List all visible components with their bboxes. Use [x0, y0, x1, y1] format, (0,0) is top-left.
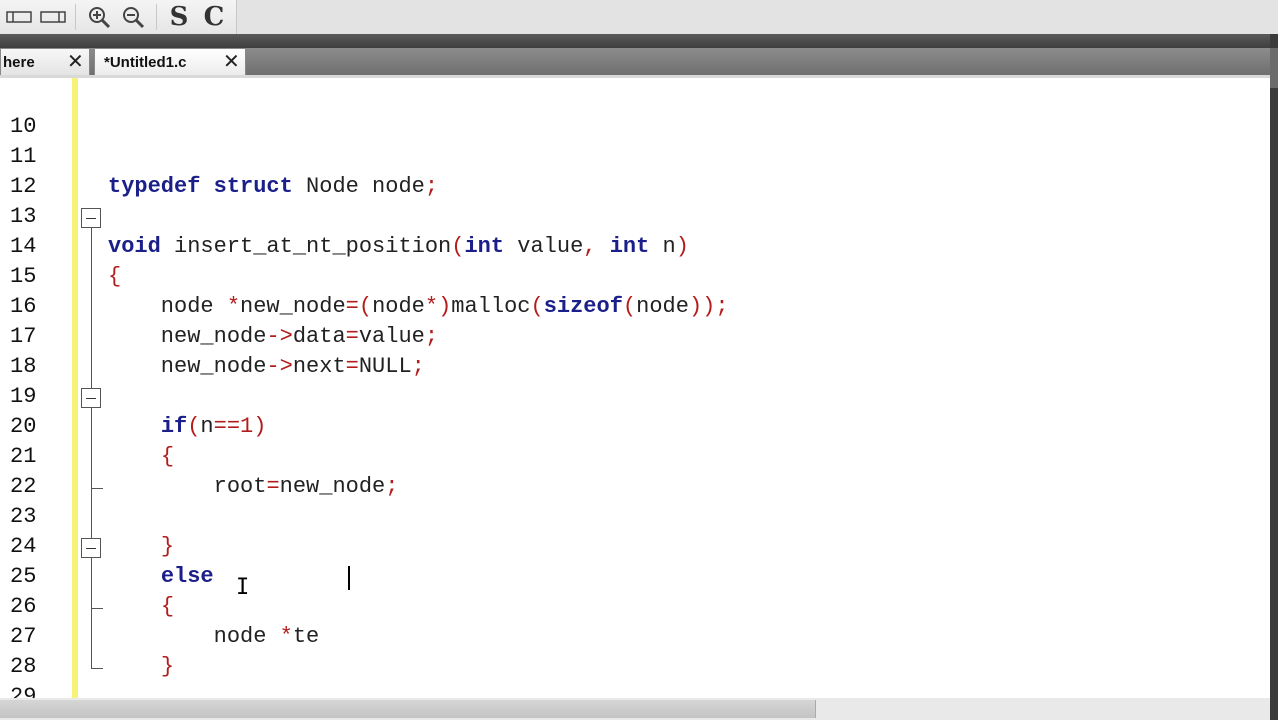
tab-label: *Untitled1.c — [104, 53, 187, 71]
code-line[interactable]: 30 — [0, 682, 1270, 698]
tab-untitled1[interactable]: *Untitled1.c ✕ — [94, 48, 246, 75]
code-line[interactable]: 23 } — [0, 472, 1270, 559]
code-line[interactable]: 10 — [0, 82, 1270, 139]
code-line[interactable]: 29 } — [0, 652, 1270, 698]
vertical-scroll-thumb[interactable] — [1270, 48, 1278, 88]
close-icon[interactable]: ✕ — [223, 49, 240, 75]
code-line[interactable]: 27 } — [0, 592, 1270, 679]
fold-end-marker — [91, 668, 103, 669]
tab-strip: here ✕ *Untitled1.c ✕ — [0, 48, 1278, 76]
close-icon[interactable]: ✕ — [67, 49, 84, 75]
fold-toggle-icon[interactable] — [81, 538, 101, 558]
code-line[interactable]: 13 void insert_at_nt_position(int value,… — [0, 172, 1270, 259]
fold-guide — [91, 228, 92, 398]
fold-guide — [91, 558, 92, 668]
code-line[interactable]: 11 typedef struct Node node; — [0, 112, 1270, 199]
fold-toggle-icon[interactable] — [81, 388, 101, 408]
code-line[interactable]: 16 new_node->data=value; — [0, 262, 1270, 349]
fold-guide — [91, 408, 92, 538]
window-tile-icon[interactable] — [4, 3, 34, 31]
code-line[interactable]: 20 { — [0, 382, 1270, 469]
code-line[interactable]: 15 node *new_node=(node*)malloc(sizeof(n… — [0, 232, 1270, 319]
code-line[interactable]: 21 root=new_node; — [0, 412, 1270, 499]
window-cascade-icon[interactable] — [38, 3, 68, 31]
c-icon[interactable]: C — [200, 2, 228, 32]
code-line[interactable]: 22 — [0, 442, 1270, 499]
code-line[interactable]: 17 new_node->next=NULL; — [0, 292, 1270, 379]
code-editor[interactable]: 10 11 typedef struct Node node; 12 13 vo… — [0, 78, 1270, 698]
code-line[interactable]: 19 if(n==1) — [0, 352, 1270, 439]
s-icon[interactable]: S — [166, 2, 192, 32]
code-line[interactable]: 18 — [0, 322, 1270, 379]
fold-toggle-icon[interactable] — [81, 208, 101, 228]
text-caret — [348, 566, 350, 590]
fold-end-marker — [91, 488, 103, 489]
fold-end-marker — [91, 608, 103, 609]
zoom-out-icon[interactable] — [118, 3, 148, 31]
code-line[interactable]: 26 node *te — [0, 562, 1270, 649]
toolbar-divider — [0, 34, 1278, 48]
tab-label: here — [3, 53, 35, 71]
toolbar: S C — [0, 0, 1278, 34]
horizontal-scrollbar[interactable] — [0, 698, 1270, 720]
horizontal-scroll-thumb[interactable] — [0, 700, 816, 718]
code-line[interactable]: 14 { — [0, 202, 1270, 289]
tab-here[interactable]: here ✕ — [0, 48, 90, 75]
code-line[interactable]: 28 — [0, 622, 1270, 679]
toolbar-empty-area — [236, 0, 1278, 34]
code-line[interactable]: 24 else — [0, 502, 1270, 589]
zoom-in-icon[interactable] — [84, 3, 114, 31]
i-beam-cursor-icon: I — [236, 575, 250, 600]
vertical-scrollbar[interactable] — [1270, 34, 1278, 720]
code-line[interactable]: 25 { — [0, 532, 1270, 619]
code-line[interactable]: 12 — [0, 142, 1270, 199]
